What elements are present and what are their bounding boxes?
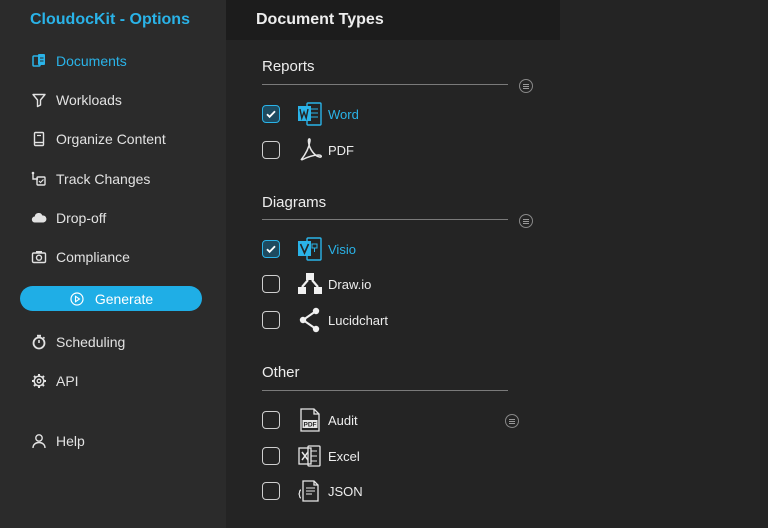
sidebar-item-track-changes[interactable]: Track Changes [30, 169, 150, 189]
sidebar-item-label: Compliance [56, 249, 130, 265]
option-excel: Excel [262, 443, 360, 469]
gear-icon [30, 372, 48, 390]
svg-text:PDF: PDF [304, 422, 317, 429]
book-icon [30, 130, 48, 148]
sidebar-item-api[interactable]: API [30, 371, 79, 391]
sidebar-item-label: Organize Content [56, 131, 166, 147]
option-label: Word [328, 106, 359, 122]
header-bar: Document Types [226, 0, 560, 40]
option-visio: Visio [262, 236, 356, 262]
pdf-checkbox[interactable] [262, 141, 280, 159]
word-icon [297, 101, 323, 127]
person-icon [30, 432, 48, 450]
camera-icon [30, 248, 48, 266]
section-divider [262, 390, 508, 391]
option-label: Lucidchart [328, 312, 388, 328]
section-title-other: Other [262, 364, 300, 381]
lucidchart-icon [297, 307, 323, 333]
option-label: Audit [328, 412, 358, 428]
sidebar-item-label: API [56, 373, 79, 389]
option-drawio: Draw.io [262, 271, 371, 297]
pdf-icon [297, 137, 323, 163]
visio-icon [297, 236, 323, 262]
option-json: JSON [262, 478, 363, 504]
section-title-diagrams: Diagrams [262, 194, 327, 211]
section-divider [262, 219, 508, 220]
section-divider [262, 84, 508, 85]
generate-label: Generate [94, 290, 154, 307]
app-title: CloudocKit - Options [30, 11, 190, 28]
stopwatch-icon [30, 333, 48, 351]
sidebar-item-drop-off[interactable]: Drop-off [30, 208, 106, 228]
section-menu-icon[interactable] [519, 214, 533, 228]
sidebar-item-label: Documents [56, 53, 127, 69]
sidebar-item-organize-content[interactable]: Organize Content [30, 129, 166, 149]
pdf-file-icon: PDF [297, 407, 323, 433]
audit-checkbox[interactable] [262, 411, 280, 429]
documents-icon [30, 52, 48, 70]
generate-button[interactable]: Generate [20, 286, 202, 311]
word-checkbox[interactable] [262, 105, 280, 123]
option-lucidchart: Lucidchart [262, 307, 388, 333]
option-word: Word [262, 101, 359, 127]
section-menu-icon[interactable] [519, 79, 533, 93]
play-circle-icon [69, 291, 85, 307]
sidebar-item-label: Scheduling [56, 334, 126, 350]
option-pdf: PDF [262, 137, 354, 163]
audit-menu-icon[interactable] [505, 414, 519, 428]
sidebar-item-label: Drop-off [56, 210, 107, 226]
drawio-checkbox[interactable] [262, 275, 280, 293]
sidebar-item-documents[interactable]: Documents [30, 51, 127, 71]
sidebar: CloudocKit - Options Documents Workloads… [0, 0, 226, 528]
section-title-reports: Reports [262, 58, 315, 75]
option-label: PDF [328, 142, 354, 158]
sidebar-item-compliance[interactable]: Compliance [30, 247, 130, 267]
visio-checkbox[interactable] [262, 240, 280, 258]
option-label: Excel [328, 448, 360, 464]
cloud-icon [30, 209, 48, 227]
sidebar-item-scheduling[interactable]: Scheduling [30, 332, 125, 352]
option-label: Visio [328, 241, 356, 257]
json-checkbox[interactable] [262, 482, 280, 500]
excel-checkbox[interactable] [262, 447, 280, 465]
filter-icon [30, 91, 48, 109]
sidebar-item-label: Workloads [56, 92, 122, 108]
sidebar-item-help[interactable]: Help [30, 431, 85, 451]
drawio-icon [297, 271, 323, 297]
excel-icon [297, 443, 323, 469]
json-icon [297, 478, 323, 504]
sidebar-item-workloads[interactable]: Workloads [30, 90, 122, 110]
option-audit: PDF Audit [262, 407, 358, 433]
lucidchart-checkbox[interactable] [262, 311, 280, 329]
page-title: Document Types [256, 11, 384, 28]
track-changes-icon [30, 170, 48, 188]
sidebar-item-label: Track Changes [56, 171, 151, 187]
option-label: Draw.io [328, 276, 372, 292]
sidebar-item-label: Help [56, 433, 85, 449]
option-label: JSON [328, 483, 363, 499]
